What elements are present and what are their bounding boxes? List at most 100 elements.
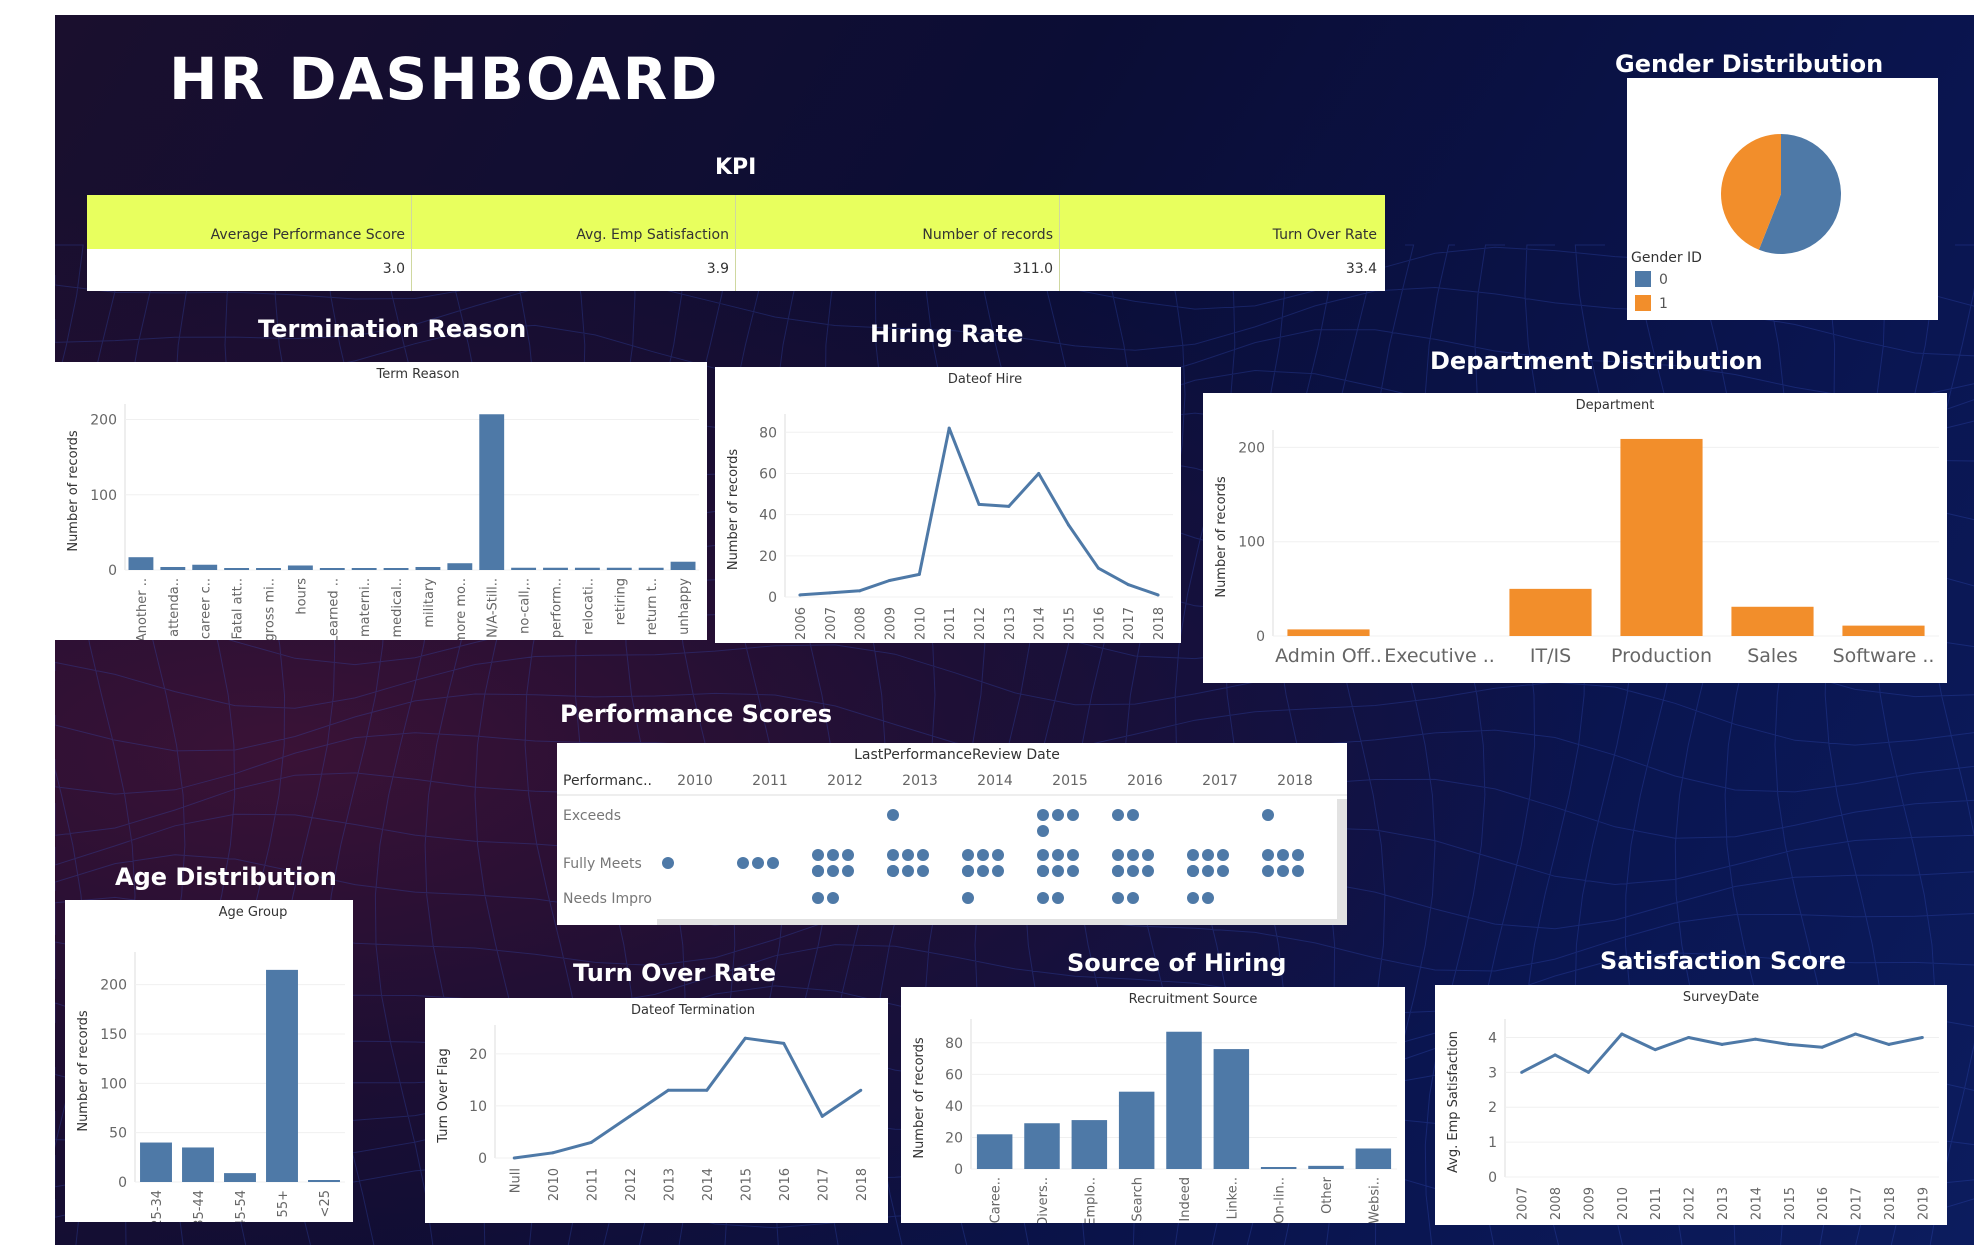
x-tick-label: Websi.. [1367, 1177, 1382, 1223]
x-tick-label: 2010 [1616, 1187, 1631, 1220]
x-tick-label: 2016 [1816, 1187, 1831, 1220]
kpi-header-turnover: Turn Over Rate [1272, 227, 1377, 243]
hiring-title: Hiring Rate [870, 320, 1024, 348]
turnover-title: Turn Over Rate [573, 959, 777, 987]
x-tick-label: Fatal att.. [231, 578, 246, 639]
performance-dot [1127, 892, 1139, 904]
column-label: 2012 [827, 773, 863, 789]
x-tick-label: retiring [613, 578, 628, 625]
bar-0 [976, 1134, 1013, 1169]
source-bar-chart: Recruitment Source Number of records 0 20 40… [912, 992, 1397, 1223]
dashboard-board: HR DASHBOARD KPI Gender Distribution Ter… [55, 15, 1974, 1245]
chart-title: LastPerformanceReview Date [854, 747, 1060, 763]
bar-5 [287, 565, 313, 570]
x-tick-label: 2011 [943, 607, 958, 640]
x-tick-label: Caree.. [989, 1177, 1004, 1223]
data-point-6 [977, 502, 981, 506]
legend-title: Gender ID [1631, 250, 1702, 266]
data-point-7 [1007, 504, 1011, 508]
y-tick-label: 150 [100, 1027, 127, 1043]
x-tick-label: 2008 [854, 607, 869, 640]
column-label: 2015 [1052, 773, 1088, 789]
performance-dot [767, 857, 779, 869]
x-tick-label: 2019 [1916, 1187, 1931, 1220]
x-tick-label: 2012 [624, 1168, 639, 1201]
data-point-2 [589, 1140, 593, 1144]
x-tick-label: 25-34 [150, 1190, 165, 1222]
hiring-line-chart: Dateof Hire Number of records 0 20 40 60 80 200… [726, 372, 1173, 640]
x-tick-label: materni.. [358, 578, 373, 637]
satisfaction-line-chart: SurveyDate Avg. Emp Satisfaction 0 1 2 3 4 2007… [1446, 990, 1939, 1220]
series-line [799, 426, 1159, 597]
department-bar-chart: Department Number of records 0 100 200 Admin … [1214, 398, 1939, 667]
performance-dot [1112, 892, 1124, 904]
performance-dot [1217, 849, 1229, 861]
performance-dot [1067, 809, 1079, 821]
bar-0 [140, 1142, 172, 1182]
performance-dot [1037, 865, 1049, 877]
x-tick-label: Null [508, 1168, 523, 1193]
data-point-4 [917, 572, 921, 576]
data-point-0 [1520, 1070, 1524, 1074]
performance-title: Performance Scores [560, 700, 833, 728]
x-tick-label: 2015 [739, 1168, 754, 1201]
data-point-12 [1156, 593, 1160, 597]
x-tick-label: 2011 [1649, 1187, 1664, 1220]
kpi-header-satisfaction: Avg. Emp Satisfaction [576, 227, 729, 243]
chart-title: Department [1576, 398, 1655, 413]
x-tick-label: Admin Off.. [1275, 645, 1382, 667]
data-point-3 [628, 1114, 632, 1118]
x-tick-label: <25 [318, 1190, 333, 1217]
performance-panel: LastPerformanceReview Date Performanc.. 20… [557, 743, 1347, 925]
y-tick-label: 200 [100, 978, 127, 994]
x-tick-label: 2010 [547, 1168, 562, 1201]
x-tick-label: 2015 [1063, 607, 1078, 640]
x-tick-label: IT/IS [1530, 645, 1571, 667]
column-label: 2014 [977, 773, 1013, 789]
performance-dot [1202, 865, 1214, 877]
x-tick-label: 2014 [701, 1168, 716, 1201]
x-tick-label: 2016 [778, 1168, 793, 1201]
kpi-value-satisfaction: 3.9 [706, 261, 729, 277]
x-tick-label: more mo.. [454, 578, 469, 640]
source-panel: Recruitment Source Number of records 0 20 40… [901, 987, 1405, 1223]
performance-dot [1262, 849, 1274, 861]
y-axis-label: Number of records [726, 449, 741, 571]
x-tick-label: return t.. [645, 578, 660, 635]
performance-dot [1217, 865, 1229, 877]
bar-8 [383, 568, 409, 570]
kpi-value-records: 311.0 [1012, 261, 1053, 277]
performance-dot [1187, 865, 1199, 877]
column-label: 2011 [752, 773, 788, 789]
performance-dot [1277, 865, 1289, 877]
performance-dot [902, 865, 914, 877]
performance-dot [887, 865, 899, 877]
x-tick-label: 2007 [1516, 1187, 1531, 1220]
data-point-6 [1720, 1042, 1724, 1046]
termination-panel: Term Reason Number of records 0 100 200 Anoth… [55, 362, 707, 640]
x-tick-label: 2015 [1783, 1187, 1798, 1220]
x-tick-label: Production [1611, 645, 1712, 667]
y-tick-label: 0 [118, 1175, 127, 1191]
performance-dot [827, 849, 839, 861]
x-tick-label: 55+ [276, 1190, 291, 1217]
y-tick-label: 50 [109, 1126, 127, 1142]
bar-8 [1355, 1148, 1392, 1169]
performance-dot [842, 849, 854, 861]
performance-dot [1037, 892, 1049, 904]
bar-12 [511, 567, 537, 570]
x-tick-label: 2008 [1549, 1187, 1564, 1220]
performance-dot-chart: LastPerformanceReview Date Performanc.. 20… [557, 747, 1347, 925]
performance-dot [887, 849, 899, 861]
data-point-7 [1753, 1037, 1757, 1041]
column-label: 2017 [1202, 773, 1238, 789]
data-point-2 [1586, 1070, 1590, 1074]
y-tick-label: 3 [1488, 1065, 1497, 1081]
gender-panel: Gender ID 0 1 [1627, 78, 1938, 320]
x-tick-label: attenda.. [167, 578, 182, 637]
bar-0 [128, 557, 154, 570]
performance-dot [917, 849, 929, 861]
kpi-header-perf: Average Performance Score [210, 227, 405, 243]
x-tick-label: 2012 [1683, 1187, 1698, 1220]
y-axis-label: Number of records [76, 1010, 91, 1132]
